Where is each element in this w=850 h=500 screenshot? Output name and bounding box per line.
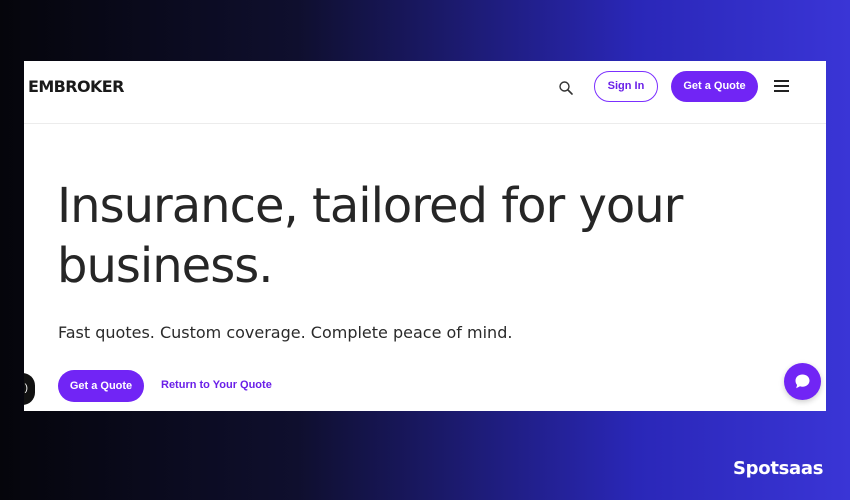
return-to-your-quote-link[interactable]: Return to Your Quote [161,379,272,391]
side-panel-toggle[interactable]: ) [24,373,35,405]
search-icon[interactable] [558,80,574,96]
get-a-quote-button-hero[interactable]: Get a Quote [58,370,144,402]
chat-widget-button[interactable] [784,363,821,400]
browser-viewport: EMBROKER Sign In Get a Quote Insurance, … [24,61,826,411]
hero-subheadline: Fast quotes. Custom coverage. Complete p… [58,323,513,342]
spotsaas-watermark: Spotsaas [733,458,824,479]
site-header: EMBROKER Sign In Get a Quote [24,61,826,124]
hero-headline: Insurance, tailored for your business. [57,178,683,294]
hamburger-menu-icon[interactable] [774,80,789,92]
chat-bubble-icon [795,374,810,389]
sign-in-button[interactable]: Sign In [594,71,658,102]
embroker-logo[interactable]: EMBROKER [28,77,124,96]
get-a-quote-button-header[interactable]: Get a Quote [671,71,758,102]
